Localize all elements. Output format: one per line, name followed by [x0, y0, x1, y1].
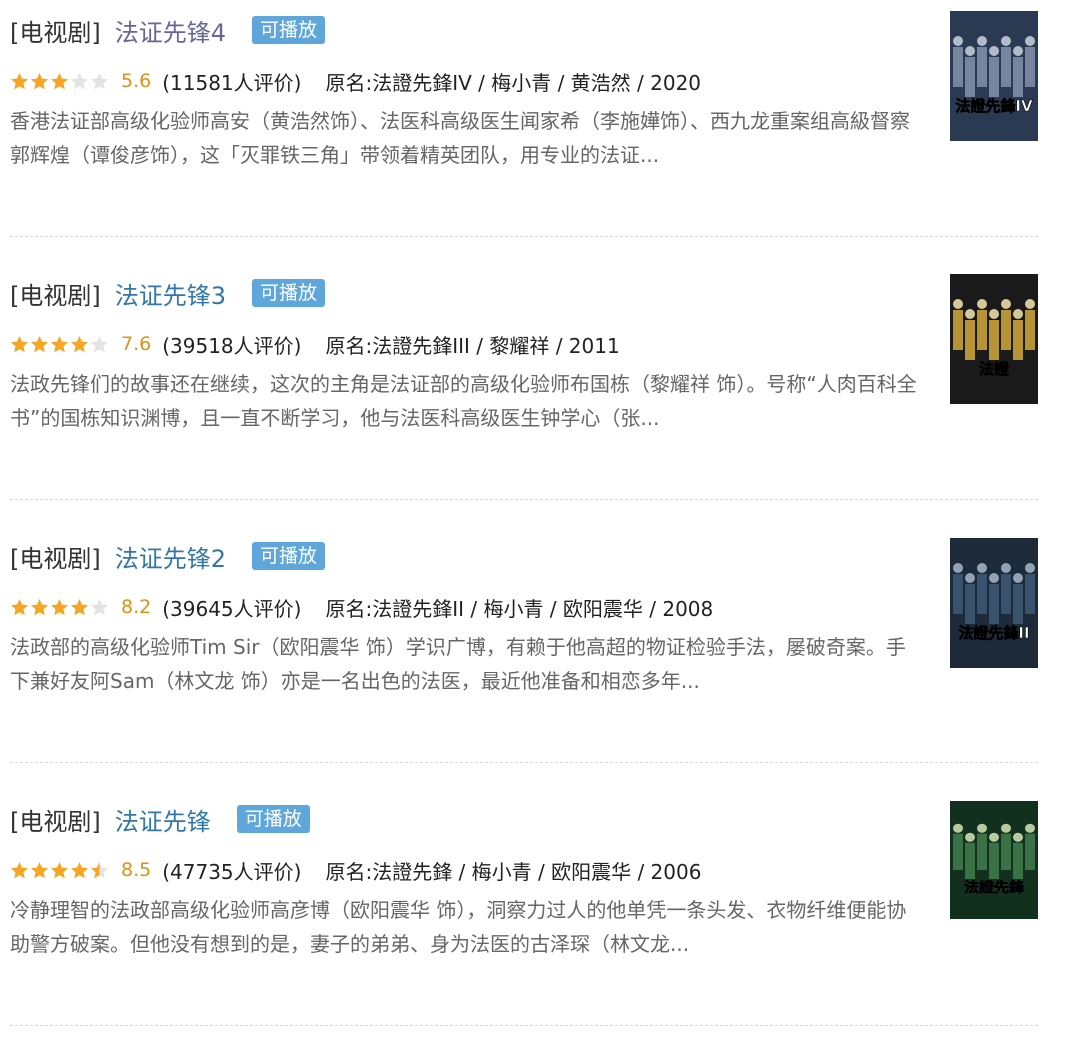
- star-empty-icon: [70, 72, 89, 90]
- type-label: [电视剧]: [10, 544, 101, 573]
- star-full-icon: [70, 335, 89, 353]
- original-info: 原名:法證先鋒III / 黎耀祥 / 2011: [325, 333, 620, 358]
- star-rating: [10, 861, 110, 879]
- rating-score: 8.2: [121, 596, 152, 618]
- star-full-icon: [50, 861, 69, 879]
- poster-image[interactable]: 法證: [950, 274, 1038, 404]
- star-full-icon: [10, 335, 29, 353]
- star-full-icon: [30, 598, 49, 616]
- title-row: [电视剧] 法证先锋 可播放: [10, 802, 310, 837]
- result-item: [电视剧] 法证先锋2 可播放 8.2 (39645人评价) 原名:法證先鋒II / 梅小…: [0, 526, 1080, 788]
- rating-count: (11581人评价): [162, 70, 302, 95]
- result-item: [电视剧] 法证先锋 可播放 8.5 (47735人评价) 原名:法證先鋒 / 梅小青 /…: [0, 789, 1080, 1051]
- poster-title-text: 法證先鋒: [964, 878, 1025, 895]
- description: 香港法证部高级化验师高安（黄浩然饰）、法医科高级医生闻家希（李施嬅饰）、西九龙重…: [10, 109, 910, 167]
- rating-score: 8.5: [121, 859, 152, 881]
- rating-count: (47735人评价): [162, 859, 302, 884]
- poster-image[interactable]: 法證先鋒IV: [950, 11, 1038, 141]
- rating-row: 5.6 (11581人评价) 原名:法證先鋒IV / 梅小青 / 黄浩然 / 202…: [10, 66, 701, 96]
- title-link[interactable]: 法证先锋2: [115, 539, 226, 574]
- rating-score: 5.6: [121, 70, 152, 92]
- result-item: [电视剧] 法证先锋3 可播放 7.6 (39518人评价) 原名:法證先鋒III / 黎…: [0, 263, 1080, 525]
- star-empty-icon: [90, 335, 109, 353]
- title-row: [电视剧] 法证先锋4 可播放: [10, 13, 326, 48]
- star-half-icon: [90, 861, 109, 879]
- description: 冷静理智的法政部高级化验师高彦博（欧阳震华 饰），洞察力过人的他单凭一条头发、衣…: [10, 898, 907, 956]
- star-full-icon: [30, 335, 49, 353]
- result-item: [电视剧] 法证先锋4 可播放 5.6 (11581人评价) 原名:法證先鋒IV / 梅小…: [0, 0, 1080, 262]
- rating-row: 8.5 (47735人评价) 原名:法證先鋒 / 梅小青 / 欧阳震华 / 2006: [10, 855, 701, 885]
- star-full-icon: [50, 598, 69, 616]
- playable-badge[interactable]: 可播放: [236, 805, 310, 833]
- star-full-icon: [50, 335, 69, 353]
- poster-title-text: 法證: [979, 360, 1010, 378]
- rating-score: 7.6: [121, 333, 152, 355]
- poster-image[interactable]: 法證先鋒: [950, 801, 1038, 919]
- description: 法政先锋们的故事还在继续，这次的主角是法证部的高级化验师布国栋（黎耀祥 饰）。号…: [10, 372, 917, 430]
- title-link[interactable]: 法证先锋: [115, 802, 211, 837]
- playable-badge[interactable]: 可播放: [252, 16, 326, 44]
- star-rating: [10, 72, 110, 90]
- star-full-icon: [70, 861, 89, 879]
- star-full-icon: [30, 72, 49, 90]
- star-full-icon: [50, 72, 69, 90]
- poster-image[interactable]: 法證先鋒II: [950, 538, 1038, 668]
- divider: [10, 762, 1038, 763]
- rating-row: 8.2 (39645人评价) 原名:法證先鋒II / 梅小青 / 欧阳震华 / 20…: [10, 592, 713, 622]
- description: 法政部的高级化验师Tim Sir（欧阳震华 饰）学识广博，有赖于他高超的物证检验…: [10, 635, 906, 693]
- star-full-icon: [30, 861, 49, 879]
- rating-row: 7.6 (39518人评价) 原名:法證先鋒III / 黎耀祥 / 2011: [10, 329, 620, 359]
- type-label: [电视剧]: [10, 18, 101, 47]
- type-label: [电视剧]: [10, 807, 101, 836]
- original-info: 原名:法證先鋒IV / 梅小青 / 黄浩然 / 2020: [325, 70, 702, 95]
- rating-count: (39518人评价): [162, 333, 302, 358]
- star-rating: [10, 335, 110, 353]
- star-full-icon: [10, 72, 29, 90]
- title-link[interactable]: 法证先锋4: [115, 13, 226, 48]
- star-empty-icon: [90, 72, 109, 90]
- title-row: [电视剧] 法证先锋2 可播放: [10, 539, 326, 574]
- divider: [10, 236, 1038, 237]
- star-full-icon: [10, 598, 29, 616]
- poster-title-text: 法證先鋒II: [958, 624, 1029, 642]
- poster-title-text: 法證先鋒IV: [955, 97, 1033, 115]
- title-link[interactable]: 法证先锋3: [115, 276, 226, 311]
- playable-badge[interactable]: 可播放: [252, 542, 326, 570]
- type-label: [电视剧]: [10, 281, 101, 310]
- original-info: 原名:法證先鋒 / 梅小青 / 欧阳震华 / 2006: [325, 859, 702, 884]
- divider: [10, 499, 1038, 500]
- star-full-icon: [70, 598, 89, 616]
- rating-count: (39645人评价): [162, 596, 302, 621]
- star-empty-icon: [90, 598, 109, 616]
- playable-badge[interactable]: 可播放: [252, 279, 326, 307]
- divider: [10, 1025, 1038, 1026]
- original-info: 原名:法證先鋒II / 梅小青 / 欧阳震华 / 2008: [325, 596, 714, 621]
- star-rating: [10, 598, 110, 616]
- title-row: [电视剧] 法证先锋3 可播放: [10, 276, 326, 311]
- star-full-icon: [10, 861, 29, 879]
